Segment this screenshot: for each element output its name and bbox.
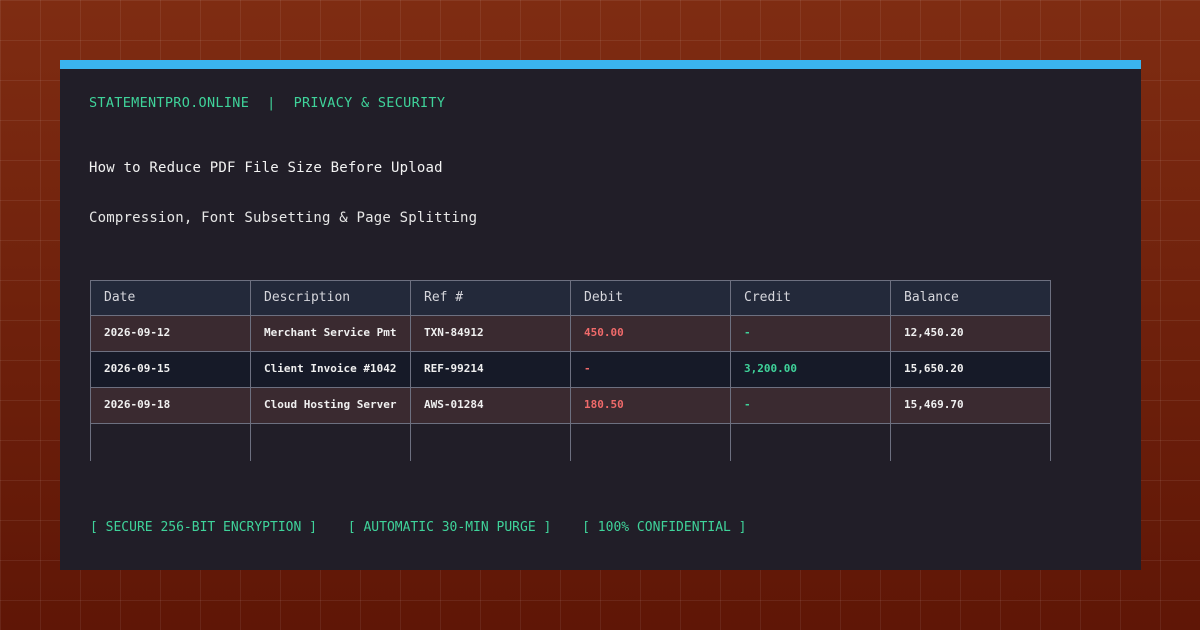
cell-ref: REF-99214 (424, 362, 484, 375)
column-header-balance: Balance (904, 290, 959, 305)
article-subtitle: Compression, Font Subsetting & Page Spli… (89, 210, 478, 226)
column-divider (410, 280, 411, 461)
cell-debit: - (584, 362, 591, 375)
section-label[interactable]: PRIVACY & SECURITY (294, 95, 446, 111)
column-header-debit: Debit (584, 290, 624, 305)
cell-date: 2026-09-15 (104, 362, 171, 375)
brand-header: STATEMENTPRO.ONLINE | PRIVACY & SECURITY (89, 95, 445, 111)
encryption-badge: [ SECURE 256-BIT ENCRYPTION ] (90, 520, 317, 535)
column-divider (570, 280, 571, 461)
column-divider (250, 280, 251, 461)
cell-description: Merchant Service Pmt (264, 326, 397, 339)
accent-bar (60, 60, 1141, 69)
column-divider (890, 280, 891, 461)
purge-badge: [ AUTOMATIC 30-MIN PURGE ] (347, 520, 552, 535)
cell-debit: 450.00 (584, 326, 624, 339)
cell-date: 2026-09-12 (104, 326, 171, 339)
cell-ref: TXN-84912 (424, 326, 484, 339)
cell-debit: 180.50 (584, 398, 624, 411)
column-header-description: Description (264, 290, 351, 305)
cell-ref: AWS-01284 (424, 398, 484, 411)
column-header-credit: Credit (744, 290, 791, 305)
table-border-right (1050, 280, 1051, 461)
column-header-date: Date (104, 290, 136, 305)
cell-balance: 15,650.20 (904, 362, 964, 375)
statement-card: STATEMENTPRO.ONLINE | PRIVACY & SECURITY H… (60, 60, 1141, 570)
cell-balance: 15,469.70 (904, 398, 964, 411)
cell-credit: - (744, 326, 751, 339)
cell-credit: - (744, 398, 751, 411)
cell-description: Client Invoice #1042 (264, 362, 397, 375)
table-border-left (90, 280, 91, 461)
confidential-badge: [ 100% CONFIDENTIAL ] (582, 520, 747, 535)
cell-credit: 3,200.00 (744, 362, 797, 375)
cell-balance: 12,450.20 (904, 326, 964, 339)
security-badges: [ SECURE 256-BIT ENCRYPTION ] [ AUTOMATI… (90, 520, 770, 535)
brand-separator: | (267, 95, 276, 111)
cell-date: 2026-09-18 (104, 398, 171, 411)
site-name[interactable]: STATEMENTPRO.ONLINE (89, 95, 249, 111)
cell-description: Cloud Hosting Server (264, 398, 397, 411)
article-title: How to Reduce PDF File Size Before Uploa… (89, 160, 443, 176)
transactions-table: Date Description Ref # Debit Credit Bala… (90, 280, 1051, 461)
column-header-ref: Ref # (424, 290, 464, 305)
column-divider (730, 280, 731, 461)
